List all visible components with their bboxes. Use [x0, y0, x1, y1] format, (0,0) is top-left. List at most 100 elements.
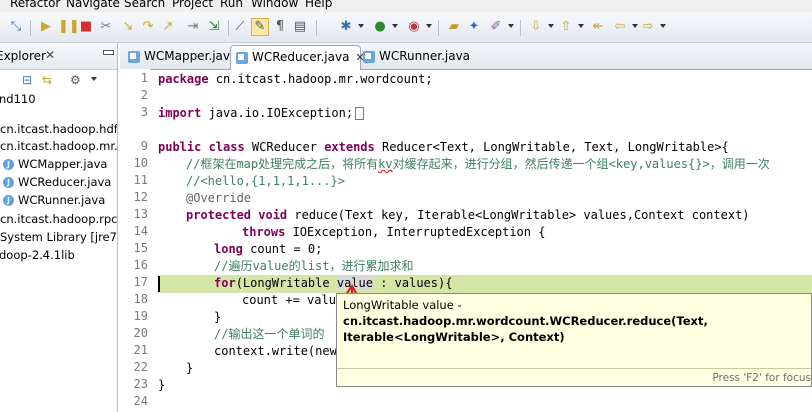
text-cursor: [158, 276, 160, 292]
view-menu-dropdown-icon[interactable]: [91, 77, 97, 81]
tree-item-hadoop-lib[interactable]: doop-2.4.1lib: [0, 246, 75, 264]
resume-icon[interactable]: ▶: [38, 19, 54, 35]
link-with-editor-icon[interactable]: ⇆: [42, 73, 52, 87]
run-icon[interactable]: ●: [372, 19, 388, 35]
block-selection-icon[interactable]: ▤: [292, 19, 308, 35]
code-line: count += valu: [242, 293, 336, 307]
use-step-filters-icon[interactable]: ⇲: [206, 19, 222, 35]
main-toolbar: ⤡ ▶ ❚❚ ■ ✂ ↘ ↷ ↗ ⇥ ⇲ ⟋ ✎ ¶ ▤ ✱ ● ◉ ▰ ✦ ✐…: [0, 12, 812, 43]
code-line: @Override: [186, 191, 252, 205]
javadoc-hover-tooltip[interactable]: LongWritable value - cn.itcast.hadoop.mr…: [336, 293, 812, 387]
step-over-icon[interactable]: ↷: [140, 19, 156, 35]
tree-item-label: WCMapper.java: [18, 157, 108, 171]
focus-hint: Press 'F2' for focus: [712, 372, 811, 384]
next-annotation-dropdown-arrow[interactable]: [548, 24, 554, 28]
tree-item-wcmapper[interactable]: J WCMapper.java: [3, 155, 107, 173]
tree-item-wcreducer[interactable]: J WCReducer.java: [3, 173, 111, 191]
previous-annotation-icon[interactable]: ⇧: [558, 19, 574, 35]
keyword: extends: [324, 140, 375, 154]
menu-window[interactable]: Window: [251, 0, 298, 10]
keyword: public class: [158, 140, 245, 154]
pin-icon[interactable]: ⤡: [8, 19, 24, 35]
new-folder-icon[interactable]: ▰: [446, 19, 462, 35]
tree-item-jre-library[interactable]: System Library [jre7]: [0, 228, 118, 246]
open-task-dropdown-arrow[interactable]: [508, 24, 514, 28]
tree-item-package-mr[interactable]: cn.itcast.hadoop.mr.w: [0, 137, 117, 155]
step-into-icon[interactable]: ↘: [120, 19, 136, 35]
line-number: 22: [133, 360, 148, 374]
code-line: public class WCReducer extends Reducer<T…: [158, 139, 729, 156]
code-text: count = 0;: [242, 242, 323, 256]
line-number: 16: [133, 258, 148, 272]
line-number: 13: [133, 207, 148, 221]
open-type-icon[interactable]: ✦: [466, 19, 482, 35]
code-line: //输出这一个单词的: [214, 327, 325, 341]
suspend-icon[interactable]: ❚❚: [58, 19, 80, 35]
code-text: java.io.IOException;: [201, 106, 354, 120]
forward-dropdown-arrow[interactable]: [660, 24, 666, 28]
code-line: //<hello,{1,1,1,1...}>: [186, 174, 345, 188]
forward-icon[interactable]: ⇨: [640, 19, 656, 35]
external-tools-dropdown-arrow[interactable]: [426, 24, 432, 28]
previous-annotation-dropdown-arrow[interactable]: [578, 24, 584, 28]
explorer-title[interactable]: Explorer: [0, 49, 46, 63]
tree-item-label: WCReducer.java: [18, 175, 112, 189]
java-file-icon: J: [3, 195, 14, 206]
run-dropdown-arrow[interactable]: [392, 24, 398, 28]
explorer-toolbar: ⊟ ⇆ ⚙: [0, 70, 117, 90]
toolbar-separator: [520, 20, 521, 36]
comment-text: kv: [378, 157, 393, 171]
toggle-breadcrumb-icon[interactable]: ⟋: [232, 19, 248, 35]
menu-help[interactable]: Help: [305, 0, 332, 10]
tree-item-label: System Library [jre7]: [0, 230, 118, 244]
line-number: 23: [133, 377, 148, 391]
step-return-icon[interactable]: ↗: [160, 19, 176, 35]
menu-run[interactable]: Run: [220, 0, 243, 10]
disconnect-icon[interactable]: ✂: [98, 19, 114, 35]
code-line: protected void reduce(Text key, Iterable…: [186, 207, 750, 224]
minimize-icon[interactable]: [103, 50, 114, 55]
tab-wcmapper[interactable]: WCMapper.java: [123, 45, 237, 68]
last-edit-location-icon[interactable]: ↞: [590, 19, 606, 35]
tooltip-footer: Press 'F2' for focus: [337, 368, 811, 388]
menu-navigate[interactable]: Navigate: [66, 0, 120, 10]
java-file-icon: J: [3, 177, 14, 188]
tab-wcrunner[interactable]: WCRunner.java: [358, 45, 475, 68]
close-icon[interactable]: ✕: [45, 48, 55, 62]
java-file-icon: [363, 50, 375, 63]
explorer-header: Explorer ✕: [0, 43, 117, 70]
tree-item-label: cn.itcast.hadoop.rpc: [0, 212, 118, 226]
tree-item-package-hdfs[interactable]: cn.itcast.hadoop.hdfs: [0, 120, 117, 138]
menu-refactor[interactable]: Refactor: [10, 0, 60, 10]
line-number: 18: [133, 292, 148, 306]
back-dropdown-arrow[interactable]: [632, 24, 638, 28]
keyword: import: [158, 106, 202, 120]
back-icon[interactable]: ⇦: [612, 19, 628, 35]
code-text: (LongWritable: [235, 276, 337, 290]
code-text: Reducer<Text, LongWritable, Text, LongWr…: [374, 140, 729, 154]
line-number: 20: [133, 326, 148, 340]
debug-dropdown-arrow[interactable]: [358, 24, 364, 28]
menu-project[interactable]: Project: [172, 0, 213, 10]
code-line: }: [158, 378, 166, 392]
tree-item-wcrunner[interactable]: J WCRunner.java: [3, 191, 105, 209]
debug-icon[interactable]: ✱: [338, 19, 354, 35]
tab-wcreducer[interactable]: WCReducer.java ✕: [230, 45, 365, 70]
tree-item-package-rpc[interactable]: cn.itcast.hadoop.rpc: [0, 210, 118, 228]
show-whitespace-icon[interactable]: ¶: [272, 19, 288, 35]
drop-to-frame-icon[interactable]: ⇥: [185, 19, 201, 35]
open-task-icon[interactable]: ✐: [488, 19, 504, 35]
terminate-icon[interactable]: ■: [78, 19, 94, 35]
collapse-all-icon[interactable]: ⊟: [22, 73, 32, 87]
tree-item-project[interactable]: nd110: [0, 90, 36, 108]
line-number: 1: [140, 71, 148, 85]
view-menu-icon[interactable]: ⚙: [70, 73, 81, 87]
code-line: //框架在map处理完成之后，将所有kv对缓存起来，进行分组，然后传递一个组<k…: [186, 156, 770, 173]
next-annotation-icon[interactable]: ⇩: [528, 19, 544, 35]
menu-search[interactable]: Search: [124, 0, 165, 10]
folded-code-marker[interactable]: [355, 107, 365, 120]
code-text: cn.itcast.hadoop.mr.wordcount;: [208, 72, 433, 86]
external-tools-icon[interactable]: ◉: [406, 19, 422, 35]
toggle-mark-occurrences-icon[interactable]: ✎: [251, 18, 269, 36]
java-file-icon: [236, 51, 248, 64]
